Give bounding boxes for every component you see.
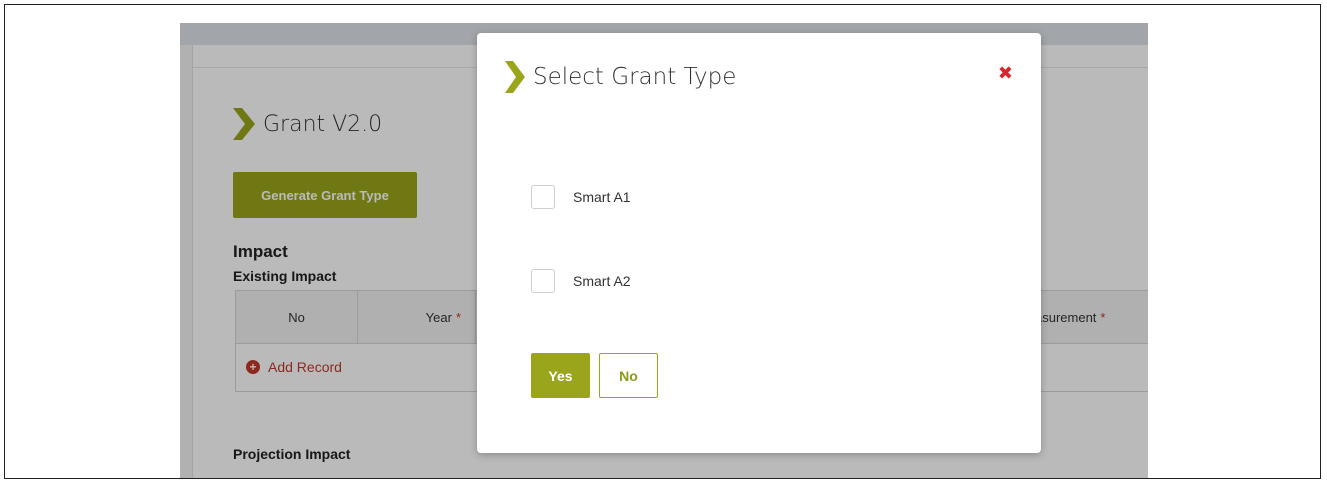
option-smart-a1[interactable]: Smart A1 (531, 185, 631, 209)
yes-button[interactable]: Yes (531, 353, 590, 398)
modal-title: Select Grant Type (505, 61, 736, 93)
close-icon[interactable]: ✖ (998, 63, 1013, 84)
checkbox[interactable] (531, 185, 555, 209)
chevron-right-icon (505, 61, 525, 93)
option-label: Smart A2 (573, 273, 631, 289)
option-smart-a2[interactable]: Smart A2 (531, 269, 631, 293)
no-button[interactable]: No (599, 353, 658, 398)
modal-title-text: Select Grant Type (533, 64, 737, 90)
select-grant-type-modal: Select Grant Type ✖ Smart A1 Smart A2 Ye… (477, 33, 1041, 453)
screen-frame: Grant V2.0 Generate Grant Type Impact Ex… (4, 4, 1321, 479)
checkbox[interactable] (531, 269, 555, 293)
option-label: Smart A1 (573, 189, 631, 205)
